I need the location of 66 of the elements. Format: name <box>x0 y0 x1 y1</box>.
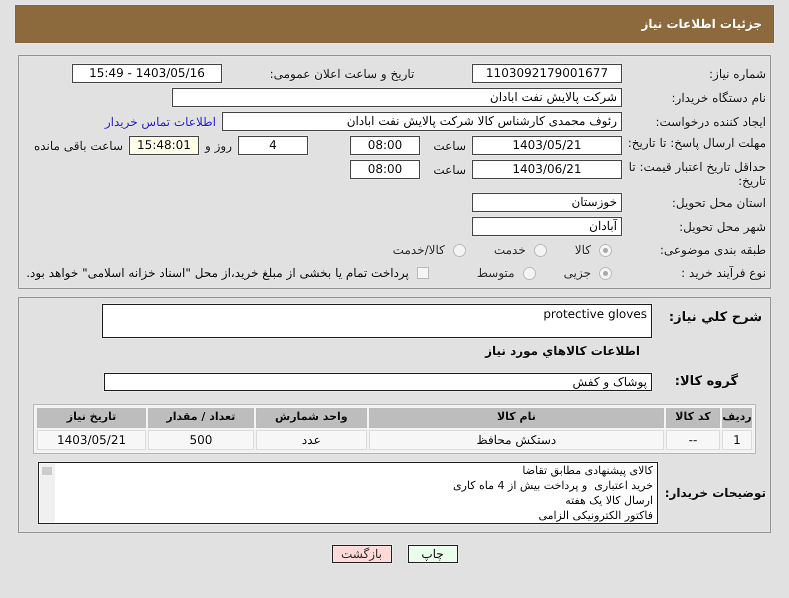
radio-label: خدمت <box>494 242 526 259</box>
text-field[interactable]: شرکت پالایش نفت ابادان <box>172 88 622 107</box>
radio-button[interactable] <box>522 266 536 280</box>
checkbox[interactable] <box>416 267 429 279</box>
radio-button[interactable] <box>599 266 612 280</box>
text-field[interactable]: رئوف محمدی کارشناس کالا شرکت پالایش نفت ابادان <box>222 112 622 131</box>
text-field[interactable]: 08:00 <box>350 136 420 155</box>
field-label: استان محل تحویل: <box>670 194 767 212</box>
radio-label: متوسط <box>476 265 515 282</box>
text-field[interactable]: 4 <box>238 136 308 155</box>
checkbox-label: پرداخت تمام یا بخشی از مبلغ خرید،از محل "اسناد خزانه اسلامی" خواهد بود. <box>26 265 409 282</box>
field-label: روز و <box>205 138 232 154</box>
back-button[interactable]: بازگشت <box>332 544 392 562</box>
contact-link[interactable]: اطلاعات تماس خریدار <box>104 112 216 130</box>
text-field[interactable]: 1403/06/21 <box>472 160 622 179</box>
page-title: جزئیات اطلاعات نیاز <box>641 16 762 33</box>
field-label: نوع فرآیند خرید : <box>680 265 767 282</box>
column-header: ردیف <box>722 408 752 428</box>
column-header: کد کالا <box>666 408 720 428</box>
table-cell: عدد <box>256 430 367 450</box>
field-label: طبقه بندی موضوعی: <box>658 242 767 259</box>
table-cell: 1 <box>722 430 752 450</box>
radio-label: جزیی <box>564 265 591 282</box>
description-textarea[interactable]: protective gloves <box>102 304 652 338</box>
text-field[interactable]: 1103092179001677 <box>472 64 622 83</box>
note-line: خرید اعتباری و پرداخت بیش از 4 ماه کاری <box>452 478 653 492</box>
field-label: ساعت باقی مانده <box>34 138 123 154</box>
field-label: ساعت <box>432 162 466 178</box>
text-field[interactable]: 08:00 <box>350 160 420 179</box>
table-cell: -- <box>666 430 720 450</box>
column-header: تعداد / مقدار <box>148 408 254 428</box>
field-label: حداقل تاریخ اعتبار قیمت: تا تاریخ: <box>628 160 767 188</box>
note-line: ارسال کالا یک هفته <box>564 492 653 508</box>
field-label: تاریخ و ساعت اعلان عمومی: <box>268 66 416 82</box>
table-cell: 1403/05/21 <box>37 430 146 450</box>
note-line: فاکتور الکترونیکی الزامی <box>537 508 653 522</box>
field-label: گروه کالا: <box>674 372 739 391</box>
text-field[interactable]: خوزستان <box>472 193 622 212</box>
print-button[interactable]: چاپ <box>408 544 458 562</box>
text-field[interactable]: آبادان <box>472 217 622 236</box>
field-label: ساعت <box>432 138 466 154</box>
field-label: شرح كلي نياز: <box>668 309 763 327</box>
text-field[interactable]: پوشاک و کفش <box>104 372 652 391</box>
column-header: نام کالا <box>368 408 664 428</box>
text-field[interactable]: 15:48:01 <box>129 136 199 155</box>
column-header: تاریخ نیاز <box>37 408 146 428</box>
notes-textarea[interactable]: کالای پیشنهادی مطابق تقاضا خرید اعتباری و پرداخت بیش از 4 ماه کاری ارسال کالا یک هفته فاکتور الکترونیکی الزامی <box>38 462 658 524</box>
radio-button[interactable] <box>599 244 612 256</box>
column-header: واحد شمارش <box>256 408 367 428</box>
note-line: کالای پیشنهادی مطابق تقاضا <box>521 462 653 478</box>
radio-label: کالا <box>574 242 591 259</box>
table-cell: دستکش محافظ <box>368 430 664 450</box>
section-heading: اطلاعات كالاهاي مورد نياز <box>484 343 641 360</box>
radio-button[interactable] <box>452 244 466 256</box>
field-label: مهلت ارسال پاسخ: تا تاریخ: <box>626 136 767 150</box>
scrollbar[interactable] <box>39 462 55 522</box>
field-label: ایجاد کننده درخواست: <box>654 114 767 130</box>
field-label: نام دستگاه خریدار: <box>670 90 767 106</box>
radio-button[interactable] <box>534 244 547 256</box>
text-field[interactable]: 1403/05/16 - 15:49 <box>72 64 222 83</box>
text-field[interactable]: 1403/05/21 <box>472 136 622 155</box>
table-cell: 500 <box>148 430 254 450</box>
field-label: شماره نیاز: <box>708 66 767 82</box>
field-label: توضیحات خریدار: <box>664 484 767 502</box>
field-label: شهر محل تحویل: <box>678 218 767 236</box>
radio-label: کالا/خدمت <box>392 242 445 259</box>
